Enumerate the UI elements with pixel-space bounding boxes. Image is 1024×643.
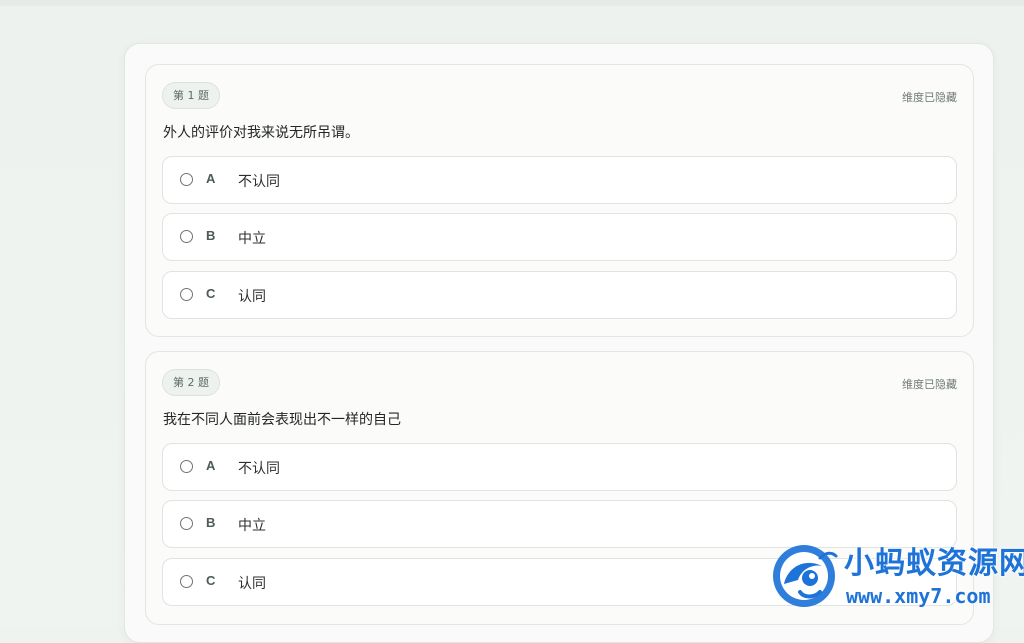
question-number-badge: 第 1 题 bbox=[162, 82, 220, 109]
radio-icon[interactable] bbox=[180, 460, 193, 473]
radio-icon[interactable] bbox=[180, 517, 193, 530]
option-label: 不认同 bbox=[238, 461, 280, 477]
option-label: 认同 bbox=[238, 289, 266, 305]
option-label: 中立 bbox=[238, 518, 266, 534]
option-label: 中立 bbox=[238, 231, 266, 247]
question-text: 外人的评价对我来说无所吊谓。 bbox=[163, 125, 359, 141]
option-c[interactable]: C 认同 bbox=[162, 271, 957, 319]
option-letter: A bbox=[206, 458, 216, 473]
option-label: 不认同 bbox=[238, 174, 280, 190]
option-a[interactable]: A 不认同 bbox=[162, 156, 957, 204]
question-text: 我在不同人面前会表现出不一样的自己 bbox=[163, 412, 401, 428]
radio-icon[interactable] bbox=[180, 230, 193, 243]
radio-icon[interactable] bbox=[180, 575, 193, 588]
option-letter: A bbox=[206, 171, 216, 186]
radio-icon[interactable] bbox=[180, 173, 193, 186]
option-label: 认同 bbox=[238, 576, 266, 592]
option-b[interactable]: B 中立 bbox=[162, 213, 957, 261]
option-letter: B bbox=[206, 515, 216, 530]
question-card-1: 第 1 题 维度已隐藏 外人的评价对我来说无所吊谓。 A 不认同 B 中立 C … bbox=[145, 64, 974, 337]
radio-icon[interactable] bbox=[180, 288, 193, 301]
option-letter: C bbox=[206, 573, 216, 588]
option-a[interactable]: A 不认同 bbox=[162, 443, 957, 491]
watermark-title: 小蚂蚁资源网 bbox=[844, 546, 1024, 581]
option-letter: B bbox=[206, 228, 216, 243]
dimension-hidden-label: 维度已隐藏 bbox=[902, 91, 957, 104]
ant-logo-icon bbox=[773, 545, 838, 607]
option-letter: C bbox=[206, 286, 216, 301]
dimension-hidden-label: 维度已隐藏 bbox=[902, 378, 957, 391]
watermark: 小蚂蚁资源网 www.xmy7.com bbox=[768, 538, 1024, 626]
question-number-badge: 第 2 题 bbox=[162, 369, 220, 396]
watermark-url: www.xmy7.com bbox=[846, 584, 991, 608]
